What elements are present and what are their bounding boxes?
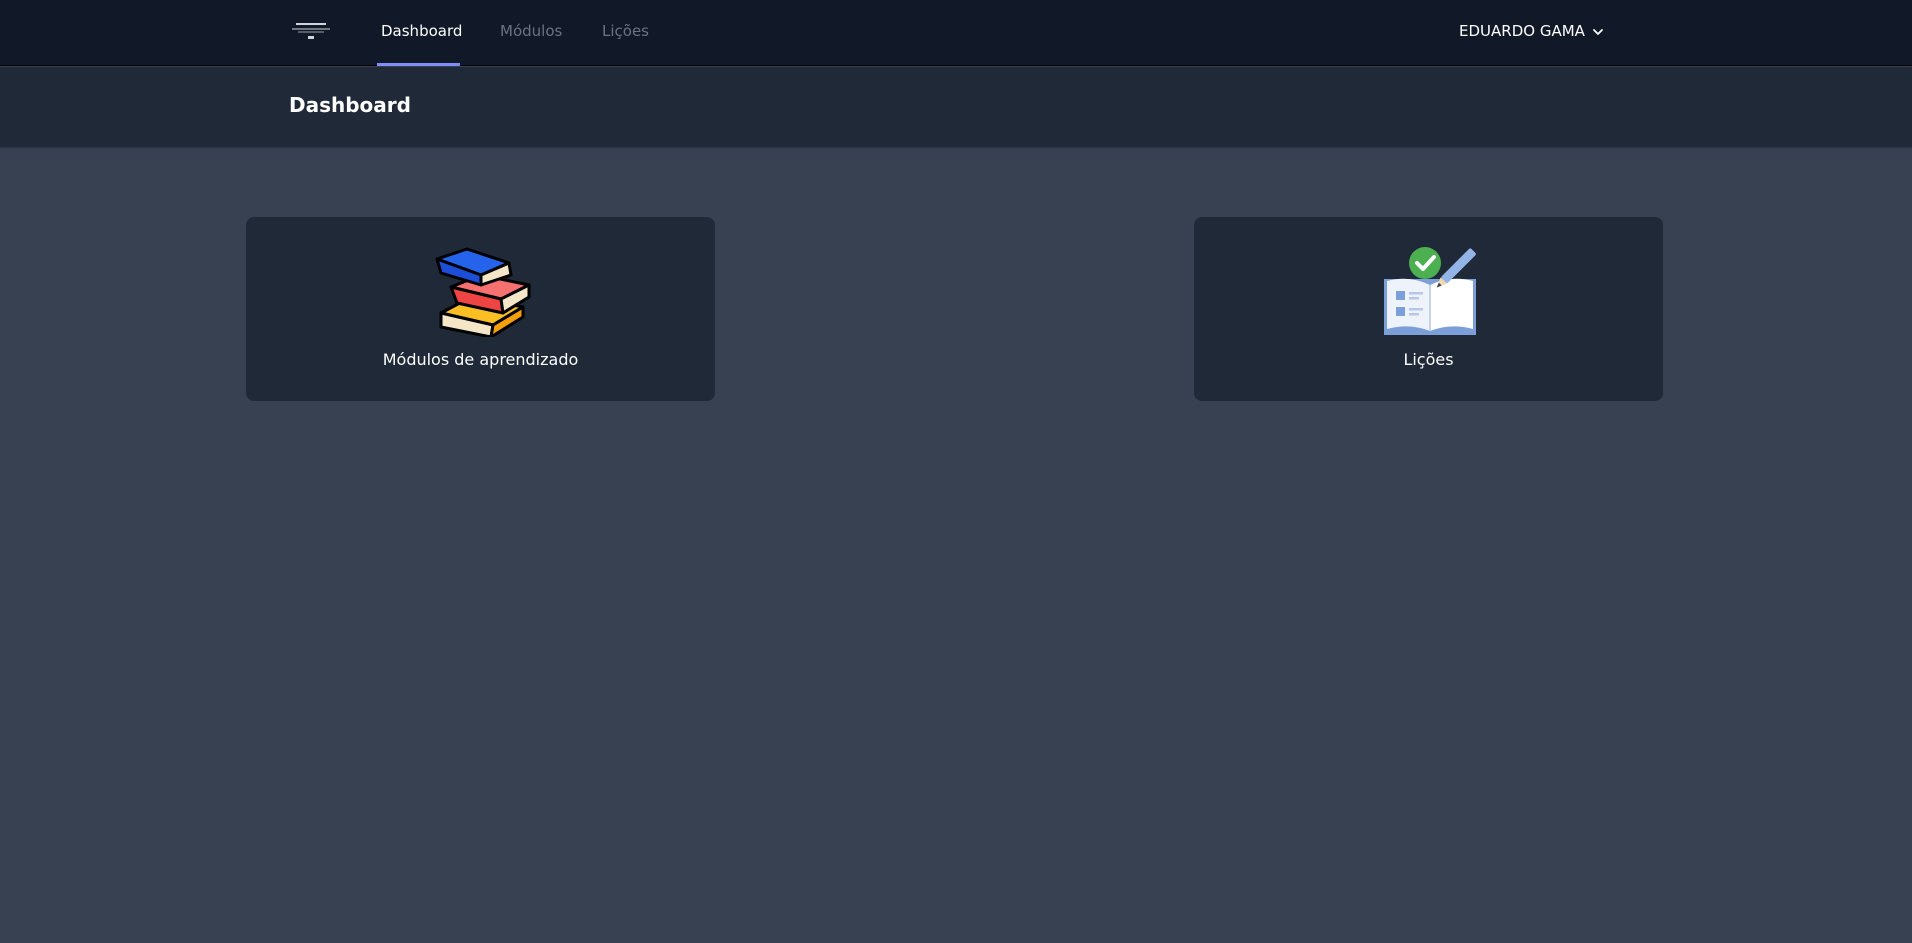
top-navbar: Dashboard Módulos Lições EDUARDO GAMA bbox=[0, 0, 1912, 66]
card-label: Lições bbox=[1403, 350, 1454, 369]
chevron-down-icon bbox=[1593, 28, 1603, 35]
nav-link-licoes[interactable]: Lições bbox=[602, 0, 649, 66]
card-modulos-de-aprendizado[interactable]: Módulos de aprendizado bbox=[246, 217, 715, 401]
books-stack-icon bbox=[435, 247, 530, 337]
logo[interactable] bbox=[292, 20, 330, 42]
page-title: Dashboard bbox=[289, 93, 411, 117]
user-menu[interactable]: EDUARDO GAMA bbox=[1459, 0, 1603, 62]
card-licoes[interactable]: Lições bbox=[1194, 217, 1663, 401]
active-tab-indicator bbox=[377, 63, 460, 66]
page-header: Dashboard bbox=[0, 67, 1912, 147]
user-name: EDUARDO GAMA bbox=[1459, 22, 1585, 40]
nav-link-modulos[interactable]: Módulos bbox=[500, 0, 562, 66]
nav-link-dashboard[interactable]: Dashboard bbox=[381, 0, 462, 66]
card-label: Módulos de aprendizado bbox=[382, 350, 579, 369]
lesson-book-check-icon bbox=[1383, 247, 1476, 335]
